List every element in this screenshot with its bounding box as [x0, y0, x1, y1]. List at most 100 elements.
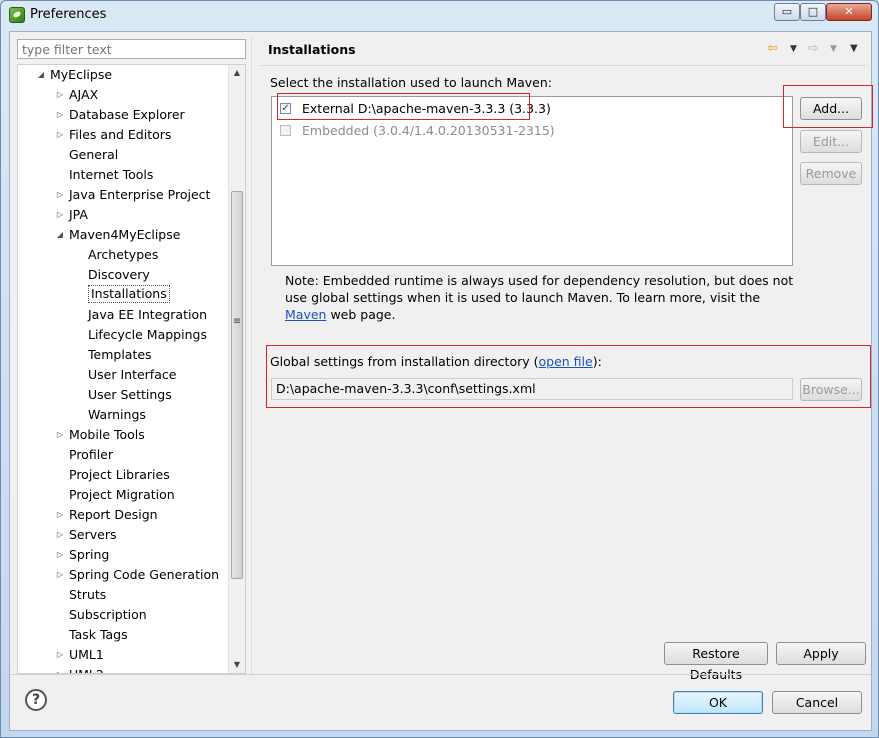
- dialog-client-area: ▷ UML2 ▷ UML1 Task Tags Subscription Struts ▷ Sp…: [9, 31, 873, 731]
- title-bar[interactable]: Preferences ▭ □ ✕: [1, 1, 878, 29]
- tree-item[interactable]: Templates: [18, 345, 228, 365]
- tree-item-label: Java EE Integration: [88, 307, 208, 322]
- scroll-grip-icon: ≡: [232, 316, 242, 327]
- tree-item[interactable]: User Settings: [18, 385, 228, 405]
- tree-expand-icon[interactable]: ▷: [55, 505, 65, 525]
- installation-checkbox-embedded[interactable]: [280, 125, 291, 136]
- minimize-button[interactable]: ▭: [774, 3, 800, 21]
- tree-expand-icon[interactable]: ▷: [55, 85, 65, 105]
- header-separator: [260, 65, 866, 66]
- cancel-button[interactable]: Cancel: [772, 691, 862, 714]
- tree-item-label: Servers: [69, 527, 117, 542]
- tree-item[interactable]: ▷ UML1: [18, 645, 228, 665]
- forward-history-dropdown-icon[interactable]: ▼: [830, 44, 837, 54]
- tree-expand-icon[interactable]: ▷: [55, 125, 65, 145]
- tree-collapse-icon[interactable]: ◢: [36, 65, 46, 85]
- tree-item[interactable]: ▷ JPA: [18, 205, 228, 225]
- tree-item-label: Report Design: [69, 507, 158, 522]
- tree-item[interactable]: Subscription: [18, 605, 228, 625]
- preferences-tree: ▷ UML2 ▷ UML1 Task Tags Subscription Struts ▷ Sp…: [17, 64, 246, 674]
- tree-vertical-scrollbar[interactable]: ▲ ≡ ▼: [228, 65, 245, 673]
- tree-item-label: Lifecycle Mappings: [88, 327, 207, 342]
- tree-item[interactable]: ▷ Mobile Tools: [18, 425, 228, 445]
- tree-item[interactable]: Internet Tools: [18, 165, 228, 185]
- tree-item-label: Profiler: [69, 447, 114, 462]
- page-title: Installations: [268, 42, 356, 57]
- tree-item[interactable]: ◢ Maven4MyEclipse: [18, 225, 228, 245]
- help-icon[interactable]: ?: [25, 689, 47, 711]
- maximize-button[interactable]: □: [800, 3, 826, 21]
- highlight-external-installation: [277, 93, 530, 120]
- installations-table: ✓ External D:\apache-maven-3.3.3 (3.3.3)…: [271, 96, 793, 266]
- tree-item[interactable]: ▷ Files and Editors: [18, 125, 228, 145]
- tree-item[interactable]: ▷ Spring: [18, 545, 228, 565]
- ok-button[interactable]: OK: [673, 691, 763, 714]
- tree-item[interactable]: Task Tags: [18, 625, 228, 645]
- tree-expand-icon[interactable]: ▷: [55, 525, 65, 545]
- tree-item[interactable]: ▷ Report Design: [18, 505, 228, 525]
- tree-expand-icon[interactable]: ▷: [55, 205, 65, 225]
- tree-item[interactable]: Lifecycle Mappings: [18, 325, 228, 345]
- maven-link[interactable]: Maven: [285, 307, 326, 322]
- tree-item-label: UML1: [69, 647, 104, 662]
- tree-item[interactable]: Java EE Integration: [18, 305, 228, 325]
- tree-item-label: Struts: [69, 587, 107, 602]
- back-history-dropdown-icon[interactable]: ▼: [790, 44, 797, 54]
- tree-item[interactable]: ▷ Servers: [18, 525, 228, 545]
- scroll-thumb[interactable]: [231, 191, 243, 579]
- apply-button[interactable]: Apply: [776, 642, 866, 665]
- view-menu-icon[interactable]: ▼: [850, 43, 858, 54]
- pane-divider[interactable]: [251, 36, 252, 676]
- scroll-down-arrow-icon[interactable]: ▼: [231, 658, 243, 672]
- remove-button[interactable]: Remove: [800, 162, 862, 185]
- tree-item[interactable]: User Interface: [18, 365, 228, 385]
- footer-separator: [10, 674, 871, 675]
- tree-item-label: Spring: [69, 547, 110, 562]
- tree-expand-icon[interactable]: ▷: [55, 545, 65, 565]
- tree-item-label: Archetypes: [88, 247, 159, 262]
- tree-item[interactable]: General: [18, 145, 228, 165]
- scroll-up-arrow-icon[interactable]: ▲: [231, 66, 243, 80]
- tree-item[interactable]: Struts: [18, 585, 228, 605]
- tree-item-label: User Interface: [88, 367, 177, 382]
- tree-item-label: AJAX: [69, 87, 99, 102]
- tree-item[interactable]: Project Libraries: [18, 465, 228, 485]
- restore-defaults-button[interactable]: Restore Defaults: [664, 642, 768, 682]
- window-title: Preferences: [30, 7, 107, 22]
- tree-expand-icon[interactable]: ▷: [55, 565, 65, 585]
- tree-item[interactable]: Project Migration: [18, 485, 228, 505]
- tree-item[interactable]: Archetypes: [18, 245, 228, 265]
- tree-item[interactable]: ▷ Database Explorer: [18, 105, 228, 125]
- forward-arrow-icon[interactable]: ⇨: [808, 41, 819, 56]
- tree-item-label: Project Migration: [69, 487, 175, 502]
- tree-item[interactable]: ▷ UML2: [18, 665, 228, 673]
- tree-item-label: UML2: [69, 665, 104, 673]
- tree-item[interactable]: ◢ MyEclipse: [18, 65, 228, 85]
- tree-item[interactable]: Installations: [18, 285, 228, 305]
- tree-item-label: MyEclipse: [50, 67, 113, 82]
- tree-item-label: Database Explorer: [69, 107, 185, 122]
- close-button[interactable]: ✕: [826, 3, 872, 21]
- tree-item[interactable]: Warnings: [18, 405, 228, 425]
- tree-item-label: Warnings: [88, 407, 146, 422]
- filter-input[interactable]: [17, 39, 246, 59]
- edit-button[interactable]: Edit...: [800, 130, 862, 153]
- tree-expand-icon[interactable]: ▷: [55, 645, 65, 665]
- back-arrow-icon[interactable]: ⇦: [767, 41, 778, 56]
- tree-expand-icon[interactable]: ▷: [55, 185, 65, 205]
- tree-item[interactable]: Profiler: [18, 445, 228, 465]
- preferences-window: Preferences ▭ □ ✕ ▷ UML2 ▷ UML1 Task Tags Sub…: [0, 0, 879, 738]
- tree-item[interactable]: ▷ Java Enterprise Project: [18, 185, 228, 205]
- tree-item-label: Task Tags: [69, 627, 128, 642]
- tree-expand-icon[interactable]: ▷: [55, 105, 65, 125]
- tree-expand-icon[interactable]: ▷: [55, 665, 65, 673]
- tree-item-label: Discovery: [88, 267, 150, 282]
- tree-item[interactable]: ▷ Spring Code Generation: [18, 565, 228, 585]
- tree-item-label: Subscription: [69, 607, 147, 622]
- tree-item-label: Spring Code Generation: [69, 567, 220, 582]
- tree-item[interactable]: ▷ AJAX: [18, 85, 228, 105]
- tree-expand-icon[interactable]: ▷: [55, 425, 65, 445]
- tree-item[interactable]: Discovery: [18, 265, 228, 285]
- tree-collapse-icon[interactable]: ◢: [55, 225, 65, 245]
- installation-label-embedded: Embedded (3.0.4/1.4.0.20130531-2315): [302, 123, 555, 138]
